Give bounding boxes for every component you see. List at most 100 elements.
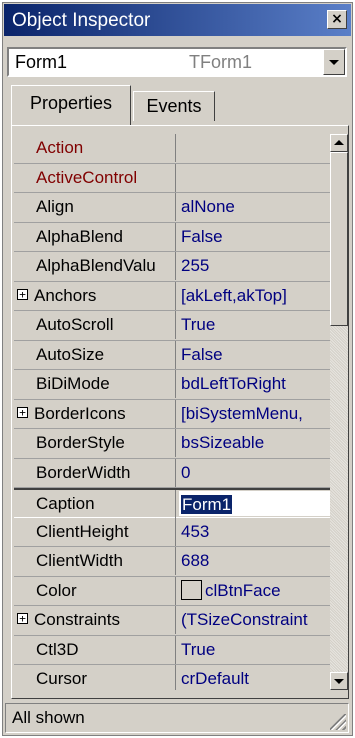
property-name-label: BorderWidth — [36, 462, 131, 482]
property-value[interactable]: alNone — [179, 193, 330, 221]
property-name: + BorderIcons — [14, 399, 176, 428]
expand-plus-icon[interactable]: + — [17, 406, 28, 418]
property-row[interactable]: ClientWidth 688 — [14, 547, 330, 577]
dropdown-button[interactable] — [323, 49, 345, 75]
property-row[interactable]: AlphaBlendValu 255 — [14, 252, 330, 282]
scroll-up-button[interactable] — [330, 134, 348, 152]
property-row[interactable]: BiDiMode bdLeftToRight — [14, 370, 330, 400]
property-row[interactable]: ActiveControl — [14, 163, 330, 193]
tab-strip: Properties Events — [11, 85, 351, 125]
property-row[interactable]: AlphaBlend False — [14, 222, 330, 252]
property-value[interactable]: 0 — [179, 459, 330, 487]
property-name-label: AutoSize — [36, 344, 105, 364]
property-name: + Anchors — [14, 281, 176, 310]
property-name-label: Ctl3D — [36, 639, 79, 659]
property-grid: Action ActiveControl Align alNone AlphaBlend… — [14, 134, 330, 690]
property-value[interactable]: True — [179, 311, 330, 339]
property-name-label: BorderStyle — [36, 433, 125, 452]
property-row[interactable]: BorderStyle bsSizeable — [14, 429, 330, 459]
close-icon[interactable]: × — [327, 10, 347, 29]
property-value-text: bdLeftToRight — [181, 374, 286, 393]
property-name: Action — [14, 134, 176, 162]
property-value[interactable]: 453 — [179, 518, 330, 546]
property-value-text: [akLeft,akTop] — [181, 285, 287, 305]
property-name-label: Anchors — [34, 285, 97, 305]
property-row[interactable]: ClientHeight 453 — [14, 517, 330, 547]
property-name-label: Action — [36, 138, 84, 157]
color-swatch-icon — [181, 579, 202, 600]
property-row[interactable]: + Anchors [akLeft,akTop] — [14, 281, 330, 311]
property-name: Ctl3D — [14, 635, 176, 664]
property-value-editor[interactable]: Form1 — [179, 491, 330, 516]
property-value[interactable] — [179, 134, 330, 162]
scroll-thumb[interactable] — [330, 152, 348, 326]
property-value-text: True — [181, 639, 216, 659]
property-name-label: Constraints — [34, 610, 120, 629]
property-value[interactable]: (TSizeConstraint — [179, 606, 330, 634]
property-name-label: AutoScroll — [36, 315, 114, 334]
tab-events[interactable]: Events — [133, 91, 215, 121]
property-value[interactable]: False — [179, 223, 330, 251]
property-value-text: False — [181, 344, 223, 364]
property-row[interactable]: Color clBtnFace — [14, 576, 330, 606]
property-row[interactable]: AutoScroll True — [14, 311, 330, 341]
property-value[interactable]: 688 — [179, 547, 330, 575]
property-value-text: True — [181, 315, 216, 334]
property-value[interactable]: [akLeft,akTop] — [179, 282, 330, 310]
property-value-text: 688 — [181, 551, 210, 570]
object-inspector-window: Object Inspector × Form1 TForm1 Properti… — [2, 2, 353, 736]
resize-grip-icon[interactable] — [330, 714, 346, 730]
property-row[interactable]: Ctl3D True — [14, 635, 330, 665]
property-name-label: AlphaBlend — [36, 226, 123, 246]
property-name-label: Align — [36, 197, 74, 216]
scroll-down-button[interactable] — [330, 672, 348, 690]
tab-properties[interactable]: Properties — [11, 85, 131, 125]
arrow-down-icon — [334, 679, 344, 684]
property-name: + Constraints — [14, 606, 176, 634]
property-row[interactable]: BorderWidth 0 — [14, 458, 330, 488]
property-name-label: BorderIcons — [34, 403, 126, 423]
object-selector-combobox[interactable]: Form1 TForm1 — [7, 47, 347, 77]
property-row[interactable]: Action — [14, 134, 330, 164]
property-value-text: bsSizeable — [181, 433, 265, 452]
title-bar[interactable]: Object Inspector × — [4, 4, 351, 36]
property-name: AutoScroll — [14, 311, 176, 339]
selected-object-name: Form1 — [15, 52, 68, 72]
property-row[interactable]: + BorderIcons [biSystemMenu, — [14, 399, 330, 429]
property-row[interactable]: Caption Form1 — [14, 488, 330, 518]
property-name: ActiveControl — [14, 163, 176, 192]
property-value-text: Form1 — [181, 495, 233, 514]
selected-object-type: TForm1 — [189, 52, 252, 72]
property-name: Caption — [14, 490, 176, 518]
property-name: Cursor — [14, 665, 176, 690]
property-name-label: Caption — [36, 494, 95, 513]
property-name: BorderStyle — [14, 429, 176, 457]
property-row[interactable]: AutoSize False — [14, 340, 330, 370]
property-name-label: ClientWidth — [36, 551, 123, 570]
property-name-label: Cursor — [36, 669, 88, 688]
property-name: AutoSize — [14, 340, 176, 369]
property-value[interactable]: clBtnFace — [179, 577, 330, 605]
property-value-text: 255 — [181, 256, 210, 275]
property-value[interactable] — [179, 164, 330, 192]
property-name: ClientHeight — [14, 517, 176, 546]
property-name: AlphaBlend — [14, 222, 176, 251]
property-name-label: ActiveControl — [36, 167, 138, 187]
property-row[interactable]: + Constraints (TSizeConstraint — [14, 606, 330, 636]
property-value[interactable]: crDefault — [179, 665, 330, 690]
property-value[interactable]: bsSizeable — [179, 429, 330, 457]
property-value[interactable]: [biSystemMenu, — [179, 400, 330, 428]
property-value[interactable]: 255 — [179, 252, 330, 280]
expand-plus-icon[interactable]: + — [17, 613, 28, 624]
property-name-label: AlphaBlendValu — [36, 256, 156, 275]
property-row[interactable]: Align alNone — [14, 193, 330, 223]
property-row[interactable]: Cursor crDefault — [14, 665, 330, 690]
property-value[interactable]: False — [179, 341, 330, 369]
vertical-scrollbar[interactable] — [330, 134, 348, 690]
chevron-down-icon — [329, 60, 339, 65]
property-value-text: 0 — [181, 462, 191, 482]
property-value[interactable]: bdLeftToRight — [179, 370, 330, 398]
property-name: Align — [14, 193, 176, 221]
expand-plus-icon[interactable]: + — [17, 288, 28, 300]
property-value[interactable]: True — [179, 636, 330, 664]
